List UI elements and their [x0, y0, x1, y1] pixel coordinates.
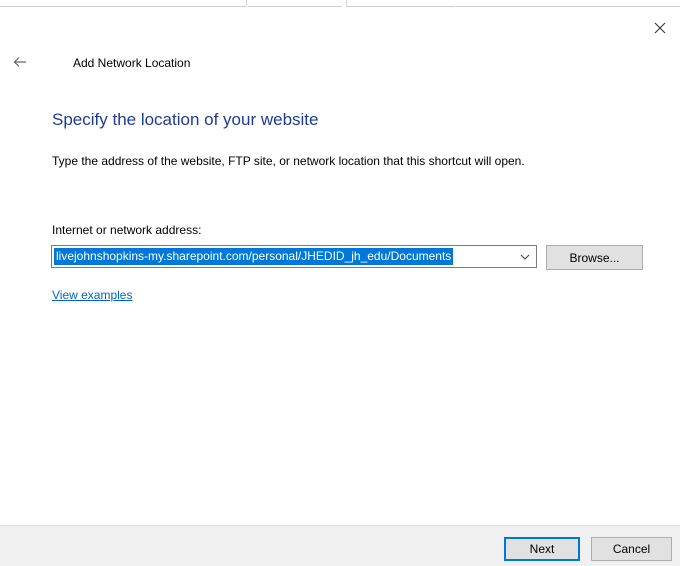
cancel-button[interactable]: Cancel	[591, 537, 672, 561]
back-button[interactable]	[8, 50, 32, 74]
page-description: Type the address of the website, FTP sit…	[52, 154, 525, 168]
address-combobox[interactable]: livejohnshopkins-my.sharepoint.com/perso…	[51, 245, 537, 268]
chevron-down-icon	[520, 254, 530, 260]
dialog-footer: Next Cancel	[0, 525, 680, 566]
background-window-segment	[456, 0, 680, 7]
address-dropdown-button[interactable]	[514, 246, 536, 267]
view-examples-link[interactable]: View examples	[52, 288, 132, 302]
background-window-segment	[346, 0, 455, 7]
background-window-strip	[0, 0, 680, 14]
address-label: Internet or network address:	[52, 223, 202, 237]
window-title: Add Network Location	[73, 56, 191, 70]
browse-button[interactable]: Browse...	[546, 245, 643, 270]
close-button[interactable]	[646, 16, 674, 40]
arrow-left-icon	[13, 57, 26, 67]
close-icon	[654, 22, 666, 34]
next-button[interactable]: Next	[504, 537, 580, 561]
page-heading: Specify the location of your website	[52, 110, 319, 129]
background-window-segment	[248, 0, 342, 7]
background-window-segment	[0, 0, 247, 7]
address-input-value[interactable]: livejohnshopkins-my.sharepoint.com/perso…	[54, 248, 454, 265]
